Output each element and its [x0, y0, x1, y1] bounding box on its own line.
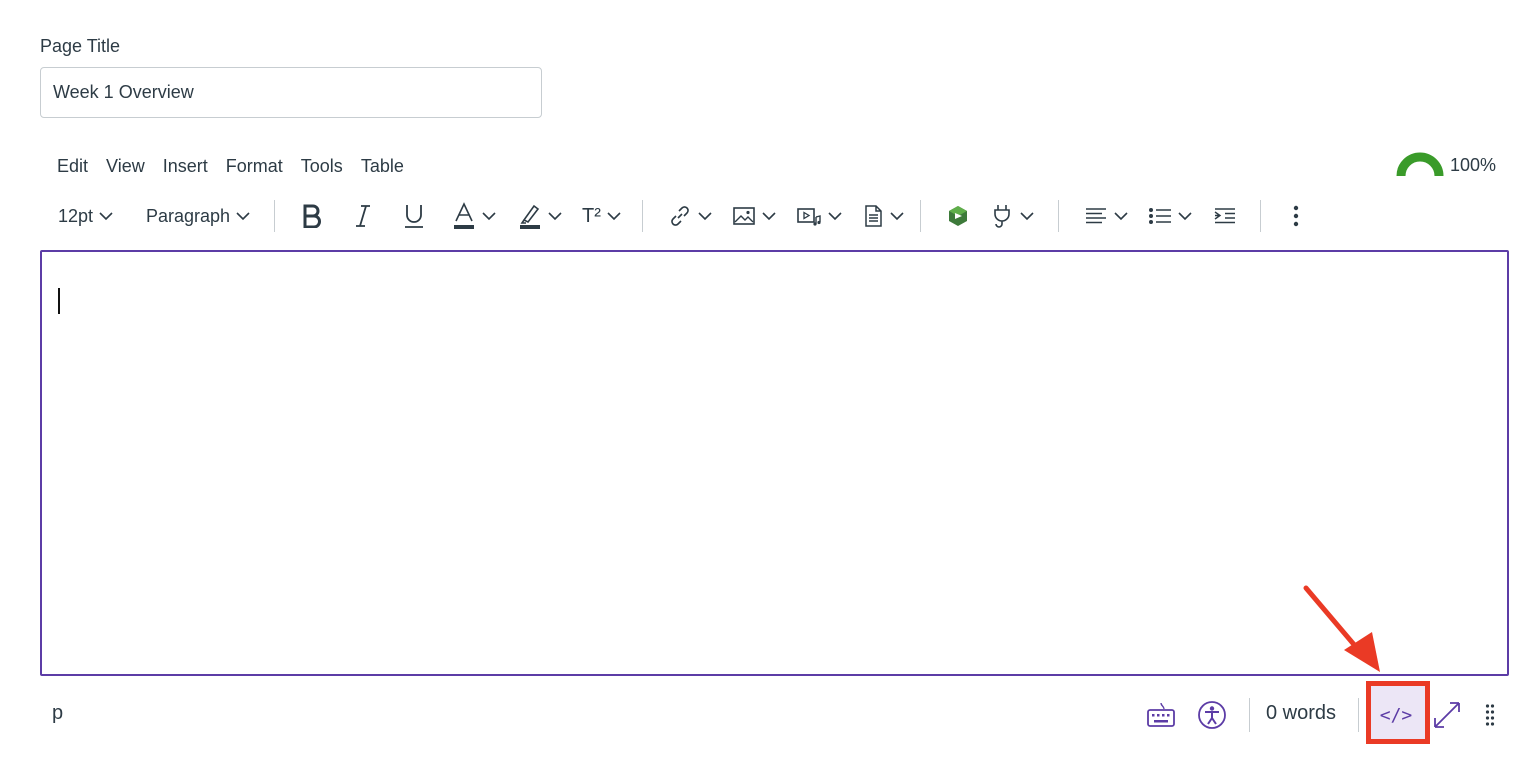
indent-button[interactable]: [1212, 196, 1238, 236]
italic-icon: [356, 205, 370, 227]
statusbar-separator: [1358, 698, 1359, 732]
accessibility-score[interactable]: 100%: [1396, 150, 1496, 180]
font-size-value: 12pt: [58, 205, 94, 226]
toolbar-separator: [920, 200, 921, 232]
chevron-down-icon: [99, 212, 113, 221]
score-value: 100%: [1449, 155, 1496, 175]
text-cursor: [58, 288, 60, 314]
toolbar-separator: [1058, 200, 1059, 232]
menu-tools[interactable]: Tools: [292, 152, 352, 180]
element-path[interactable]: p: [52, 702, 63, 725]
bullet-list-icon: [1149, 208, 1171, 224]
underline-button[interactable]: [402, 196, 426, 236]
editor-toolbar: 12pt Paragraph T²: [48, 196, 1318, 236]
page-title-label: Page Title: [40, 36, 121, 56]
bold-icon: [303, 204, 321, 228]
more-options-button[interactable]: [1286, 196, 1306, 236]
annotation-arrow-icon: [1303, 585, 1380, 672]
chevron-down-icon: [1114, 212, 1128, 221]
text-color-icon: [454, 202, 474, 229]
image-icon: [733, 207, 755, 225]
block-format-value: Paragraph: [146, 205, 231, 226]
block-format-dropdown[interactable]: Paragraph: [146, 196, 250, 236]
highlight-color-button[interactable]: [518, 196, 562, 236]
accessibility-icon: [1198, 701, 1226, 729]
bold-button[interactable]: [300, 196, 324, 236]
chevron-down-icon: [607, 212, 621, 221]
keyboard-icon: [1147, 702, 1175, 727]
document-button[interactable]: [862, 196, 904, 236]
chevron-down-icon: [1020, 212, 1034, 221]
underline-icon: [405, 205, 423, 228]
plug-icon: [994, 205, 1010, 228]
menu-edit[interactable]: Edit: [48, 152, 97, 180]
media-button[interactable]: [796, 196, 842, 236]
superscript-button[interactable]: T²: [582, 196, 621, 236]
image-button[interactable]: [732, 196, 776, 236]
chevron-down-icon: [890, 212, 904, 221]
expand-icon: [1434, 702, 1460, 728]
toolbar-separator: [642, 200, 643, 232]
document-icon: [865, 205, 882, 227]
resize-handle[interactable]: [1480, 696, 1500, 734]
chevron-down-icon: [762, 212, 776, 221]
media-icon: [797, 208, 821, 226]
chevron-down-icon: [698, 212, 712, 221]
more-vertical-icon: [1293, 205, 1299, 227]
accessibility-checker-button[interactable]: [1194, 696, 1230, 734]
editor-menubar: Edit View Insert Format Tools Table: [48, 152, 413, 180]
app-logo-icon: [949, 206, 967, 226]
align-button[interactable]: [1084, 196, 1128, 236]
link-icon: [671, 206, 689, 226]
html-editor-toggle-button[interactable]: </>: [1374, 696, 1418, 734]
menu-format[interactable]: Format: [217, 152, 292, 180]
apps-plugin-button[interactable]: [990, 196, 1034, 236]
page-title-input[interactable]: [40, 67, 542, 118]
word-count[interactable]: 0 words: [1266, 702, 1336, 725]
highlighter-icon: [520, 204, 540, 229]
menu-insert[interactable]: Insert: [154, 152, 217, 180]
italic-button[interactable]: [352, 196, 374, 236]
rich-content-editor-body[interactable]: [40, 250, 1509, 676]
external-app-button[interactable]: [946, 196, 970, 236]
align-left-icon: [1086, 208, 1106, 224]
statusbar-separator: [1249, 698, 1250, 732]
drag-handle-icon: [1485, 704, 1495, 726]
toolbar-separator: [274, 200, 275, 232]
chevron-down-icon: [1178, 212, 1192, 221]
chevron-down-icon: [482, 212, 496, 221]
chevron-down-icon: [548, 212, 562, 221]
menu-table[interactable]: Table: [352, 152, 413, 180]
chevron-down-icon: [828, 212, 842, 221]
font-size-dropdown[interactable]: 12pt: [58, 196, 113, 236]
text-color-button[interactable]: [452, 196, 496, 236]
chevron-down-icon: [236, 212, 250, 221]
menu-view[interactable]: View: [97, 152, 154, 180]
superscript-icon: T²: [582, 204, 601, 227]
list-button[interactable]: [1148, 196, 1192, 236]
link-button[interactable]: [668, 196, 712, 236]
score-gauge-icon: [1396, 152, 1444, 176]
keyboard-shortcuts-button[interactable]: [1144, 696, 1178, 734]
fullscreen-button[interactable]: [1430, 696, 1464, 734]
editor-statusbar: p 0 words </>: [40, 690, 1509, 740]
toolbar-separator: [1260, 200, 1261, 232]
indent-icon: [1214, 208, 1235, 224]
